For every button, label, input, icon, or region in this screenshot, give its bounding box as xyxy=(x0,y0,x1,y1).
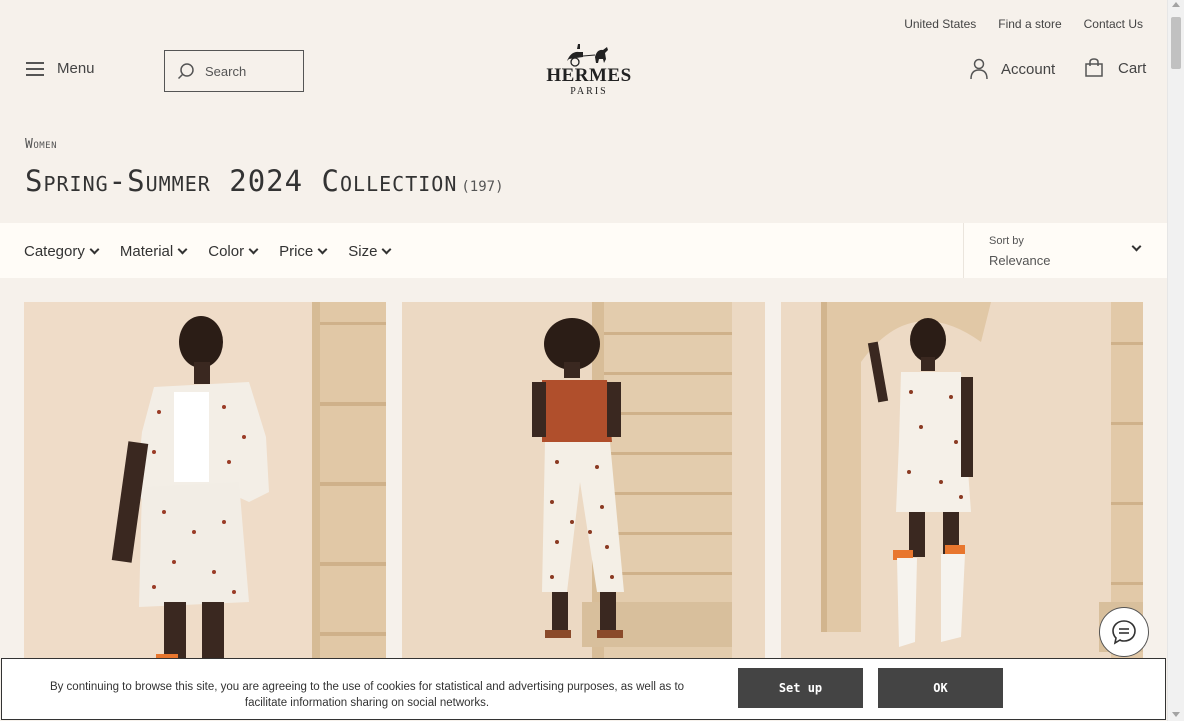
page-title: Spring-Summer 2024 Collection (197) xyxy=(25,164,504,198)
cookie-setup-button[interactable]: Set up xyxy=(738,668,863,708)
filter-bar: Category Material Color Price Size Sort … xyxy=(0,223,1167,278)
filter-price[interactable]: Price xyxy=(279,243,328,260)
cart-link[interactable]: Cart xyxy=(1084,58,1146,78)
cookie-message: By continuing to browse this site, you a… xyxy=(49,681,685,709)
chat-icon xyxy=(1112,620,1136,645)
search-input[interactable]: Search xyxy=(164,50,304,92)
contact-link[interactable]: Contact Us xyxy=(1084,17,1143,31)
cookie-ok-button[interactable]: OK xyxy=(878,668,1003,708)
product-card[interactable] xyxy=(402,302,765,662)
filter-label: Color xyxy=(208,243,245,260)
chevron-down-icon xyxy=(89,244,100,255)
menu-button[interactable]: Menu xyxy=(26,60,95,77)
chevron-down-icon xyxy=(248,244,259,255)
breadcrumb[interactable]: Women xyxy=(25,137,57,152)
cart-icon xyxy=(1085,58,1103,77)
product-image xyxy=(781,302,1143,662)
sort-value: Relevance xyxy=(989,253,1051,268)
scroll-thumb[interactable] xyxy=(1171,17,1181,69)
chat-button[interactable] xyxy=(1099,607,1149,657)
hermes-logo[interactable]: HERMES PARIS xyxy=(542,40,636,98)
chevron-down-icon xyxy=(317,244,328,255)
scroll-down-icon[interactable] xyxy=(1172,712,1180,717)
cart-label: Cart xyxy=(1118,59,1147,77)
find-store-link[interactable]: Find a store xyxy=(998,17,1061,31)
filter-label: Category xyxy=(24,243,85,260)
site-header: United States Find a store Contact Us Me… xyxy=(0,0,1167,108)
utility-links: United States Find a store Contact Us xyxy=(904,17,1143,31)
filter-label: Price xyxy=(279,243,314,260)
filter-list: Category Material Color Price Size xyxy=(24,243,412,260)
chevron-down-icon xyxy=(382,244,392,255)
scrollbar[interactable] xyxy=(1167,0,1184,721)
chevron-down-icon xyxy=(177,244,188,255)
scroll-up-icon[interactable] xyxy=(1172,2,1180,7)
filter-label: Size xyxy=(348,243,378,260)
menu-label: Menu xyxy=(57,60,95,77)
item-count: (197) xyxy=(461,179,504,195)
product-image xyxy=(24,302,386,662)
account-link[interactable]: Account xyxy=(969,58,1055,80)
filter-category[interactable]: Category xyxy=(24,243,100,260)
sort-dropdown[interactable]: Sort by Relevance xyxy=(963,223,1167,278)
product-image xyxy=(402,302,765,662)
search-icon xyxy=(177,63,194,80)
page: United States Find a store Contact Us Me… xyxy=(0,0,1167,721)
account-icon xyxy=(970,58,988,80)
carriage-logo-icon xyxy=(567,44,608,67)
menu-icon xyxy=(26,61,44,76)
country-link[interactable]: United States xyxy=(904,17,976,31)
filter-label: Material xyxy=(119,243,174,260)
filter-material[interactable]: Material xyxy=(119,243,188,260)
account-label: Account xyxy=(1001,60,1056,78)
product-card[interactable] xyxy=(781,302,1143,662)
filter-color[interactable]: Color xyxy=(208,243,259,260)
product-card[interactable] xyxy=(24,302,386,662)
logo-brand: HERMES xyxy=(546,65,632,86)
cookie-banner: By continuing to browse this site, you a… xyxy=(1,658,1166,720)
logo-city: PARIS xyxy=(570,86,608,97)
search-placeholder: Search xyxy=(205,63,247,79)
page-title-text: Spring-Summer 2024 Collection xyxy=(25,164,458,198)
filter-size[interactable]: Size xyxy=(348,243,392,260)
